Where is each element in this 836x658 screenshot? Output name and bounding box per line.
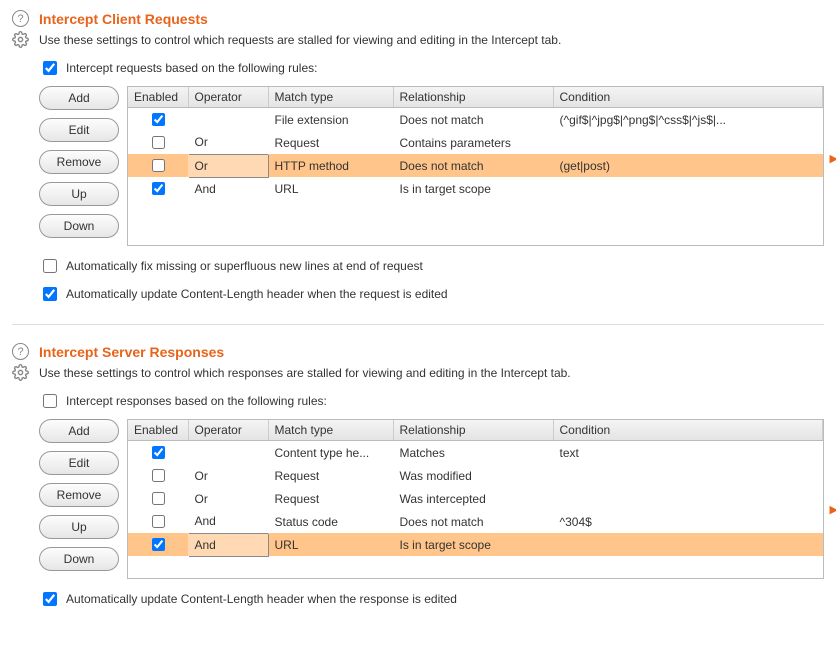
responses-rules-table[interactable]: Enabled Operator Match type Relationship… — [127, 419, 824, 579]
more-arrow-icon[interactable]: ▶ — [830, 152, 836, 165]
table-cell: HTTP method — [268, 154, 393, 177]
rule-enabled-checkbox[interactable] — [152, 113, 165, 126]
table-cell: And — [188, 533, 268, 556]
rule-enabled-checkbox[interactable] — [152, 538, 165, 551]
table-cell: And — [188, 510, 268, 533]
auto-update-content-length-label: Automatically update Content-Length head… — [66, 592, 457, 606]
edit-button[interactable]: Edit — [39, 451, 119, 475]
table-row[interactable]: AndURLIs in target scope — [128, 177, 823, 200]
remove-button[interactable]: Remove — [39, 150, 119, 174]
section-title: Intercept Server Responses — [39, 344, 224, 360]
table-cell: (^gif$|^jpg$|^png$|^css$|^js$|... — [553, 108, 823, 132]
section-description: Use these settings to control which resp… — [39, 366, 571, 380]
col-condition[interactable]: Condition — [553, 87, 823, 108]
table-cell: Does not match — [393, 108, 553, 132]
down-button[interactable]: Down — [39, 547, 119, 571]
table-cell: File extension — [268, 108, 393, 132]
requests-rules-table[interactable]: Enabled Operator Match type Relationship… — [127, 86, 824, 246]
table-cell: And — [188, 177, 268, 200]
table-cell: URL — [268, 533, 393, 556]
table-cell — [188, 441, 268, 465]
table-cell — [553, 464, 823, 487]
auto-fix-newlines-label: Automatically fix missing or superfluous… — [66, 259, 423, 273]
col-operator[interactable]: Operator — [188, 420, 268, 441]
edit-button[interactable]: Edit — [39, 118, 119, 142]
table-cell: Is in target scope — [393, 533, 553, 556]
add-button[interactable]: Add — [39, 86, 119, 110]
down-button[interactable]: Down — [39, 214, 119, 238]
table-cell — [553, 487, 823, 510]
rule-enabled-checkbox[interactable] — [152, 469, 165, 482]
rule-enabled-checkbox[interactable] — [152, 492, 165, 505]
rule-enabled-checkbox[interactable] — [152, 446, 165, 459]
auto-update-content-length-checkbox[interactable] — [43, 287, 57, 301]
section-intercept-requests: ? Intercept Client Requests Use these se… — [12, 10, 824, 304]
col-matchtype[interactable]: Match type — [268, 420, 393, 441]
table-cell: ^304$ — [553, 510, 823, 533]
table-cell: Was intercepted — [393, 487, 553, 510]
col-operator[interactable]: Operator — [188, 87, 268, 108]
auto-update-content-length-label: Automatically update Content-Length head… — [66, 287, 448, 301]
col-enabled[interactable]: Enabled — [128, 87, 188, 108]
table-row[interactable]: OrRequestWas intercepted — [128, 487, 823, 510]
gear-icon[interactable] — [12, 364, 29, 381]
table-cell — [553, 131, 823, 154]
rule-enabled-checkbox[interactable] — [152, 182, 165, 195]
intercept-requests-checkbox[interactable] — [43, 61, 57, 75]
table-cell: Was modified — [393, 464, 553, 487]
intercept-responses-checkbox[interactable] — [43, 394, 57, 408]
rule-enabled-checkbox[interactable] — [152, 515, 165, 528]
table-cell — [553, 177, 823, 200]
table-cell: Does not match — [393, 154, 553, 177]
table-cell: Contains parameters — [393, 131, 553, 154]
table-cell: Or — [188, 464, 268, 487]
table-cell — [553, 533, 823, 556]
table-cell: (get|post) — [553, 154, 823, 177]
table-cell: Or — [188, 154, 268, 177]
table-cell: Request — [268, 464, 393, 487]
gear-icon[interactable] — [12, 31, 29, 48]
intercept-requests-label: Intercept requests based on the followin… — [66, 61, 317, 75]
table-cell: Request — [268, 131, 393, 154]
section-title: Intercept Client Requests — [39, 11, 208, 27]
help-icon[interactable]: ? — [12, 343, 29, 360]
table-row[interactable]: OrHTTP methodDoes not match(get|post) — [128, 154, 823, 177]
table-cell: Status code — [268, 510, 393, 533]
col-condition[interactable]: Condition — [553, 420, 823, 441]
table-cell: text — [553, 441, 823, 465]
rule-enabled-checkbox[interactable] — [152, 159, 165, 172]
table-cell: Or — [188, 487, 268, 510]
up-button[interactable]: Up — [39, 182, 119, 206]
section-description: Use these settings to control which requ… — [39, 33, 561, 47]
table-cell: Does not match — [393, 510, 553, 533]
more-arrow-icon[interactable]: ▶ — [830, 503, 836, 516]
col-relationship[interactable]: Relationship — [393, 420, 553, 441]
rule-enabled-checkbox[interactable] — [152, 136, 165, 149]
table-row[interactable]: AndURLIs in target scope — [128, 533, 823, 556]
table-cell: Or — [188, 131, 268, 154]
table-cell: Matches — [393, 441, 553, 465]
help-icon[interactable]: ? — [12, 10, 29, 27]
table-cell: URL — [268, 177, 393, 200]
col-enabled[interactable]: Enabled — [128, 420, 188, 441]
table-row[interactable]: OrRequestContains parameters — [128, 131, 823, 154]
table-row[interactable]: OrRequestWas modified — [128, 464, 823, 487]
intercept-responses-label: Intercept responses based on the followi… — [66, 394, 327, 408]
auto-fix-newlines-checkbox[interactable] — [43, 259, 57, 273]
table-row[interactable]: AndStatus codeDoes not match^304$ — [128, 510, 823, 533]
section-intercept-responses: ? Intercept Server Responses Use these s… — [12, 343, 824, 609]
col-matchtype[interactable]: Match type — [268, 87, 393, 108]
table-row[interactable]: Content type he...Matchestext — [128, 441, 823, 465]
add-button[interactable]: Add — [39, 419, 119, 443]
auto-update-content-length-checkbox[interactable] — [43, 592, 57, 606]
col-relationship[interactable]: Relationship — [393, 87, 553, 108]
table-row[interactable]: File extensionDoes not match(^gif$|^jpg$… — [128, 108, 823, 132]
section-divider — [12, 324, 824, 325]
table-cell: Is in target scope — [393, 177, 553, 200]
table-cell: Content type he... — [268, 441, 393, 465]
up-button[interactable]: Up — [39, 515, 119, 539]
remove-button[interactable]: Remove — [39, 483, 119, 507]
table-cell — [188, 108, 268, 132]
table-cell: Request — [268, 487, 393, 510]
